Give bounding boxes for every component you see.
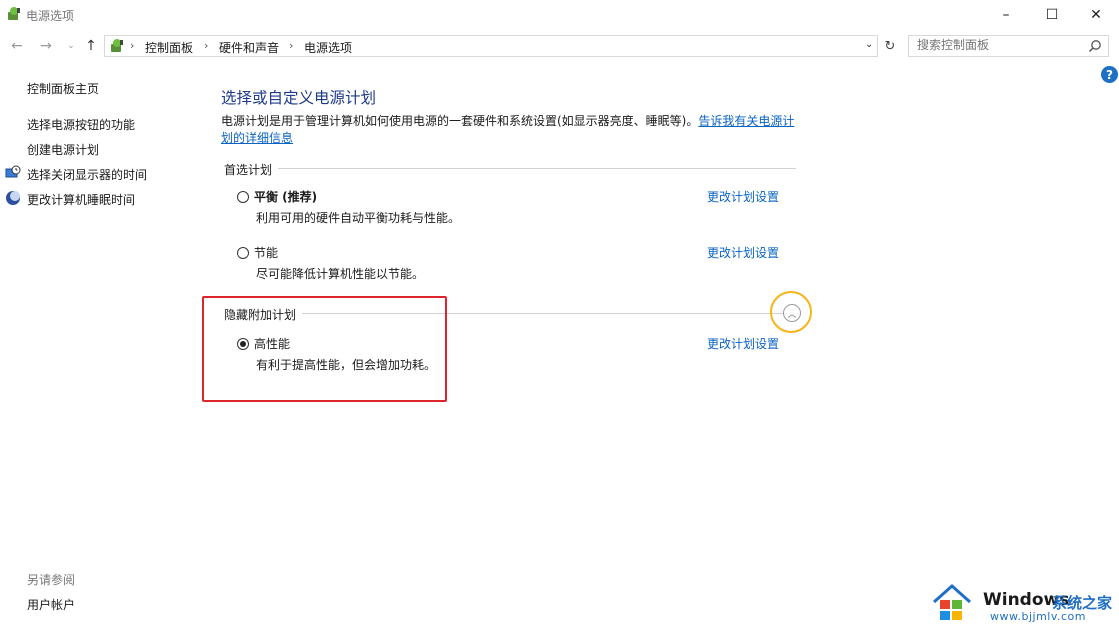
breadcrumb-separator-icon: › — [204, 39, 209, 52]
plan-power-saver-desc: 尽可能降低计算机性能以节能。 — [256, 267, 425, 281]
forward-arrow-icon[interactable]: → — [37, 37, 55, 55]
plan-power-saver-radio[interactable] — [237, 247, 249, 259]
refresh-icon[interactable]: ↻ — [880, 36, 900, 56]
up-arrow-icon[interactable]: ↑ — [82, 37, 100, 55]
see-also-heading: 另请参阅 — [27, 573, 76, 587]
minimize-button[interactable]: – — [983, 0, 1029, 30]
search-input[interactable] — [917, 38, 1077, 52]
sidebar-item-user-accounts[interactable]: 用户帐户 — [27, 596, 75, 613]
close-button[interactable]: ✕ — [1073, 0, 1119, 30]
help-icon[interactable]: ? — [1101, 66, 1118, 83]
moon-globe-icon — [6, 191, 20, 205]
plan-balanced-name[interactable]: 平衡 (推荐) — [254, 188, 317, 205]
search-box[interactable] — [908, 35, 1109, 57]
breadcrumb-power-options[interactable]: 电源选项 — [304, 39, 352, 56]
back-arrow-icon[interactable]: ← — [8, 37, 26, 55]
monitor-clock-icon — [5, 165, 21, 178]
sidebar-item-sleep-time[interactable]: 更改计算机睡眠时间 — [27, 191, 135, 208]
plan-power-saver-name[interactable]: 节能 — [254, 244, 278, 261]
power-options-icon — [8, 7, 20, 20]
search-icon[interactable] — [1088, 39, 1102, 53]
maximize-button[interactable]: ☐ — [1029, 0, 1075, 30]
breadcrumb-control-panel[interactable]: 控制面板 — [145, 39, 193, 56]
address-bar[interactable]: › 控制面板 › 硬件和声音 › 电源选项 ⌄ — [104, 35, 878, 57]
breadcrumb-hardware-sound[interactable]: 硬件和声音 — [219, 39, 279, 56]
plan-power-saver-change-link[interactable]: 更改计划设置 — [707, 244, 779, 261]
plan-balanced-change-link[interactable]: 更改计划设置 — [707, 188, 779, 205]
plan-balanced-desc: 利用可用的硬件自动平衡功耗与性能。 — [256, 211, 461, 225]
plan-high-performance-change-link[interactable]: 更改计划设置 — [707, 335, 779, 352]
title-bar: 电源选项 – ☐ ✕ — [0, 0, 1119, 30]
sidebar-item-power-button[interactable]: 选择电源按钮的功能 — [27, 116, 135, 133]
description-text: 电源计划是用于管理计算机如何使用电源的一套硬件和系统设置(如显示器亮度、睡眠等)… — [221, 114, 699, 128]
page-description: 电源计划是用于管理计算机如何使用电源的一套硬件和系统设置(如显示器亮度、睡眠等)… — [221, 113, 801, 147]
control-panel-icon — [111, 39, 123, 52]
address-dropdown-icon[interactable]: ⌄ — [865, 39, 873, 50]
sidebar-item-display-off[interactable]: 选择关闭显示器的时间 — [27, 166, 147, 183]
breadcrumb-separator-icon: › — [289, 39, 294, 52]
window-title: 电源选项 — [26, 9, 75, 23]
windows-logo-icon — [933, 583, 971, 620]
sidebar-item-create-plan[interactable]: 创建电源计划 — [27, 141, 99, 158]
highlight-ring — [770, 291, 812, 333]
breadcrumb-separator-icon: › — [130, 39, 135, 52]
preferred-plans-heading: 首选计划 — [224, 161, 279, 178]
highlight-box — [202, 296, 447, 402]
group-divider — [224, 168, 796, 169]
recent-chevron-icon[interactable]: ⌄ — [62, 37, 80, 55]
watermark-url: www.bjjmlv.com — [990, 610, 1086, 623]
page-title: 选择或自定义电源计划 — [221, 89, 377, 107]
plan-balanced-radio[interactable] — [237, 191, 249, 203]
sidebar-control-panel-home[interactable]: 控制面板主页 — [27, 80, 99, 97]
